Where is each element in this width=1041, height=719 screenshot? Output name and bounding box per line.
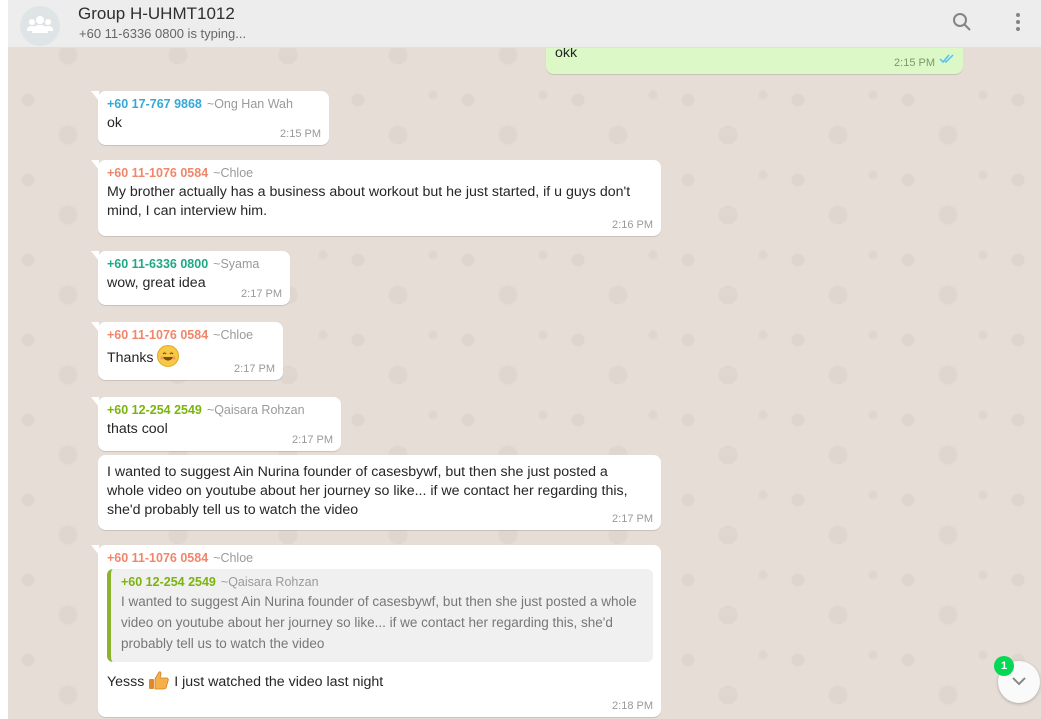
group-avatar[interactable] (20, 6, 60, 46)
quoted-message[interactable]: +60 12-254 2549 ~Qaisara Rohzan I wanted … (107, 569, 653, 662)
search-icon (952, 12, 972, 37)
typing-status: +60 11-6336 0800 is typing... (79, 26, 247, 41)
bubble-tail (91, 160, 99, 170)
sender-name: ~Syama (213, 257, 260, 271)
sender-phone[interactable]: +60 11-6336 0800 (107, 257, 208, 271)
sender-phone[interactable]: +60 17-767 9868 (107, 97, 202, 111)
message-time: 2:17 PM (234, 363, 275, 375)
message-sender: +60 11-1076 0584 ~Chloe (107, 328, 275, 342)
bubble-tail (91, 251, 99, 261)
incoming-message[interactable]: +60 12-254 2549 ~Qaisara Rohzan thats coo… (91, 397, 341, 451)
message-text-before: Yesss (107, 674, 145, 690)
bubble-tail (91, 545, 99, 555)
incoming-message[interactable]: +60 11-1076 0584 ~Chloe +60 12-254 2549 ~Q… (91, 545, 661, 717)
bubble-tail (91, 322, 99, 332)
message-sender: +60 11-6336 0800 ~Syama (107, 257, 282, 271)
menu-dots-icon (1015, 12, 1021, 37)
sender-name: ~Chloe (213, 328, 254, 342)
sender-name: ~Ong Han Wah (206, 97, 293, 111)
message-time: 2:15 PM (280, 128, 321, 140)
message-time: 2:15 PM (894, 57, 935, 69)
sender-phone[interactable]: +60 11-1076 0584 (107, 551, 208, 565)
message-time: 2:16 PM (612, 219, 653, 231)
message-sender: +60 11-1076 0584 ~Chloe (107, 551, 653, 565)
chat-header[interactable]: Group H-UHMT1012 +60 11-6336 0800 is typ… (8, 0, 1041, 48)
quoted-sender-name: ~Qaisara Rohzan (220, 575, 319, 589)
incoming-message[interactable]: +60 11-1076 0584 ~Chloe My brother actual… (91, 160, 661, 236)
bubble-tail (91, 397, 99, 407)
chat-window: Group H-UHMT1012 +60 11-6336 0800 is typ… (8, 0, 1041, 719)
group-icon (27, 14, 53, 39)
message-sender: +60 11-1076 0584 ~Chloe (107, 166, 653, 180)
menu-button[interactable] (1006, 12, 1030, 36)
message-text-after: I just watched the video last night (174, 674, 384, 690)
message-text-content: Thanks (107, 350, 154, 366)
message-sender: +60 12-254 2549 ~Qaisara Rohzan (107, 403, 333, 417)
incoming-message[interactable]: +60 17-767 9868 ~Ong Han Wah ok 2:15 PM (91, 91, 329, 145)
unread-count-badge: 1 (994, 656, 1014, 676)
message-time: 2:17 PM (241, 288, 282, 300)
sender-name: ~Chloe (213, 551, 254, 565)
message-time: 2:18 PM (612, 700, 653, 712)
chat-title[interactable]: Group H-UHMT1012 (78, 4, 235, 24)
sender-phone[interactable]: +60 11-1076 0584 (107, 166, 208, 180)
message-text: I wanted to suggest Ain Nurina founder o… (107, 464, 628, 518)
incoming-message[interactable]: +60 11-6336 0800 ~Syama wow, great idea 2… (91, 251, 290, 305)
chevron-down-icon (1011, 673, 1027, 691)
sender-name: ~Qaisara Rohzan (206, 403, 305, 417)
search-button[interactable] (950, 12, 974, 36)
sender-phone[interactable]: +60 12-254 2549 (107, 403, 202, 417)
quoted-sender-phone: +60 12-254 2549 (121, 575, 216, 589)
quoted-sender: +60 12-254 2549 ~Qaisara Rohzan (121, 575, 643, 589)
thumbs-up-emoji (148, 670, 170, 690)
message-time: 2:17 PM (292, 434, 333, 446)
sender-phone[interactable]: +60 11-1076 0584 (107, 328, 208, 342)
sender-name: ~Chloe (213, 166, 254, 180)
incoming-message[interactable]: I wanted to suggest Ain Nurina founder o… (98, 455, 661, 530)
message-sender: +60 17-767 9868 ~Ong Han Wah (107, 97, 321, 111)
double-check-icon (939, 52, 955, 68)
smiling-face-emoji (157, 345, 180, 367)
message-text: My brother actually has a business about… (107, 184, 631, 219)
bubble-tail (91, 91, 99, 101)
incoming-message[interactable]: +60 11-1076 0584 ~Chloe Thanks 2:17 PM (91, 322, 283, 380)
quoted-text: I wanted to suggest Ain Nurina founder o… (121, 594, 637, 651)
message-time: 2:17 PM (612, 513, 653, 525)
message-text: Yesss I just watched the video last nigh… (107, 670, 653, 692)
